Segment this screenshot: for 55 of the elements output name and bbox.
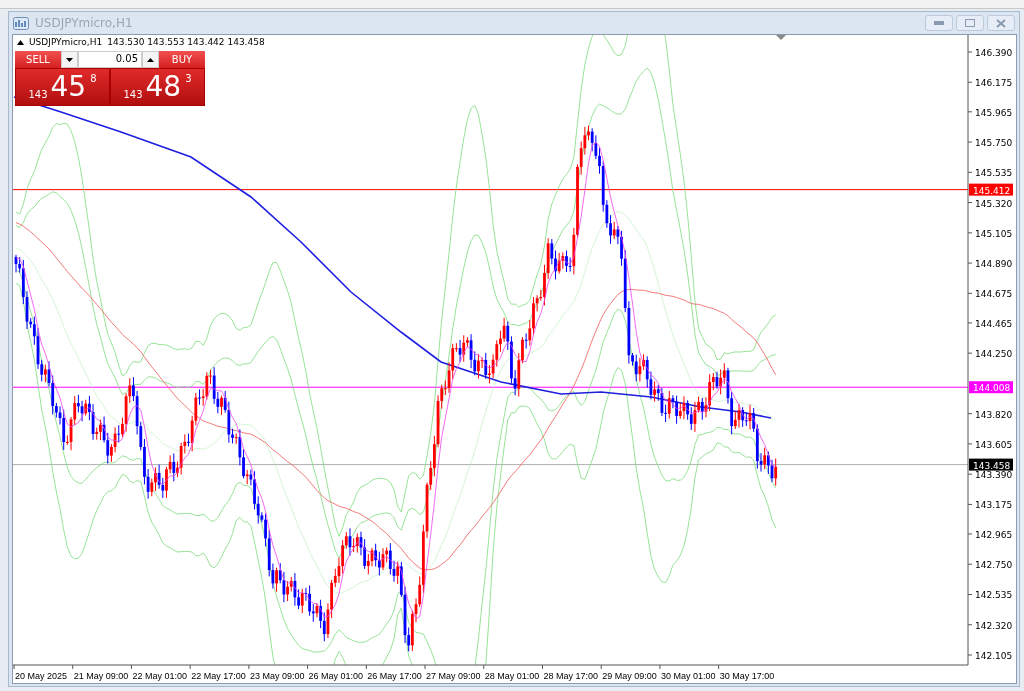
price-axis-label: 145.105	[975, 228, 1013, 239]
restore-button[interactable]	[956, 15, 984, 31]
lot-size-field[interactable]: 0.05	[78, 51, 142, 68]
price-axis-label: 143.390	[975, 470, 1013, 481]
time-axis-label: 30 May 01:00	[660, 671, 716, 681]
price-axis-label: 145.750	[975, 138, 1013, 149]
collapse-triangle-icon[interactable]	[17, 39, 24, 45]
buy-button[interactable]: BUY	[159, 51, 205, 68]
price-tag-label: 145.412	[973, 185, 1011, 196]
price-axis-label: 142.750	[975, 560, 1013, 571]
time-axis-label: 29 May 09:00	[602, 671, 657, 681]
time-axis-label: 22 May 01:00	[132, 671, 187, 681]
price-axis-label: 145.965	[975, 107, 1013, 118]
time-axis-label: 28 May 17:00	[543, 671, 599, 681]
close-icon	[996, 18, 1006, 28]
minimize-button[interactable]	[925, 15, 953, 31]
time-axis-label: 22 May 17:00	[191, 671, 246, 681]
down-triangle-icon	[66, 57, 73, 62]
up-triangle-icon	[147, 57, 154, 62]
time-axis-label: 23 May 09:00	[249, 671, 305, 681]
time-axis-label: 26 May 17:00	[367, 671, 422, 681]
window-title: USDJPYmicro,H1	[35, 16, 133, 30]
price-axis-label: 143.175	[975, 500, 1013, 511]
price-axis-label: 144.250	[975, 349, 1013, 360]
time-axis-label: 21 May 09:00	[73, 671, 129, 681]
price-axis-label: 144.890	[975, 259, 1013, 270]
price-axis-label: 146.175	[975, 78, 1013, 89]
lot-decrease-button[interactable]	[61, 51, 78, 68]
chart-window-icon	[13, 16, 29, 30]
price-axis-label: 142.105	[975, 651, 1013, 661]
ohlc-values: 143.530 143.553 143.442 143.458	[107, 37, 265, 47]
chart-symbol: USDJPYmicro,H1	[29, 37, 103, 47]
time-axis-label: 28 May 01:00	[484, 671, 540, 681]
price-tag-label: 143.458	[973, 460, 1011, 471]
time-axis-label: 27 May 09:00	[426, 671, 481, 681]
chart-shift-marker-icon[interactable]	[776, 35, 786, 40]
price-axis-label: 143.605	[975, 439, 1013, 450]
price-tag-label: 144.008	[973, 383, 1011, 394]
lot-increase-button[interactable]	[142, 51, 159, 68]
sell-button[interactable]: SELL	[15, 51, 61, 68]
price-axis-label: 146.390	[975, 48, 1013, 58]
time-axis-label: 26 May 01:00	[308, 671, 364, 681]
minimize-icon	[934, 21, 944, 25]
close-button[interactable]	[987, 15, 1015, 31]
price-axis-label: 144.675	[975, 289, 1013, 300]
price-axis-label: 145.320	[975, 198, 1013, 209]
price-axis-label: 142.965	[975, 530, 1013, 540]
time-axis-label: 20 May 2025	[15, 671, 68, 681]
price-axis-label: 145.535	[975, 168, 1013, 179]
restore-icon	[965, 19, 975, 27]
price-axis-label: 142.535	[975, 590, 1013, 601]
time-axis-label: 30 May 17:00	[719, 671, 775, 681]
price-axis-label: 142.320	[975, 620, 1013, 631]
price-axis-label: 143.820	[975, 409, 1013, 420]
price-axis-label: 144.465	[975, 318, 1013, 329]
